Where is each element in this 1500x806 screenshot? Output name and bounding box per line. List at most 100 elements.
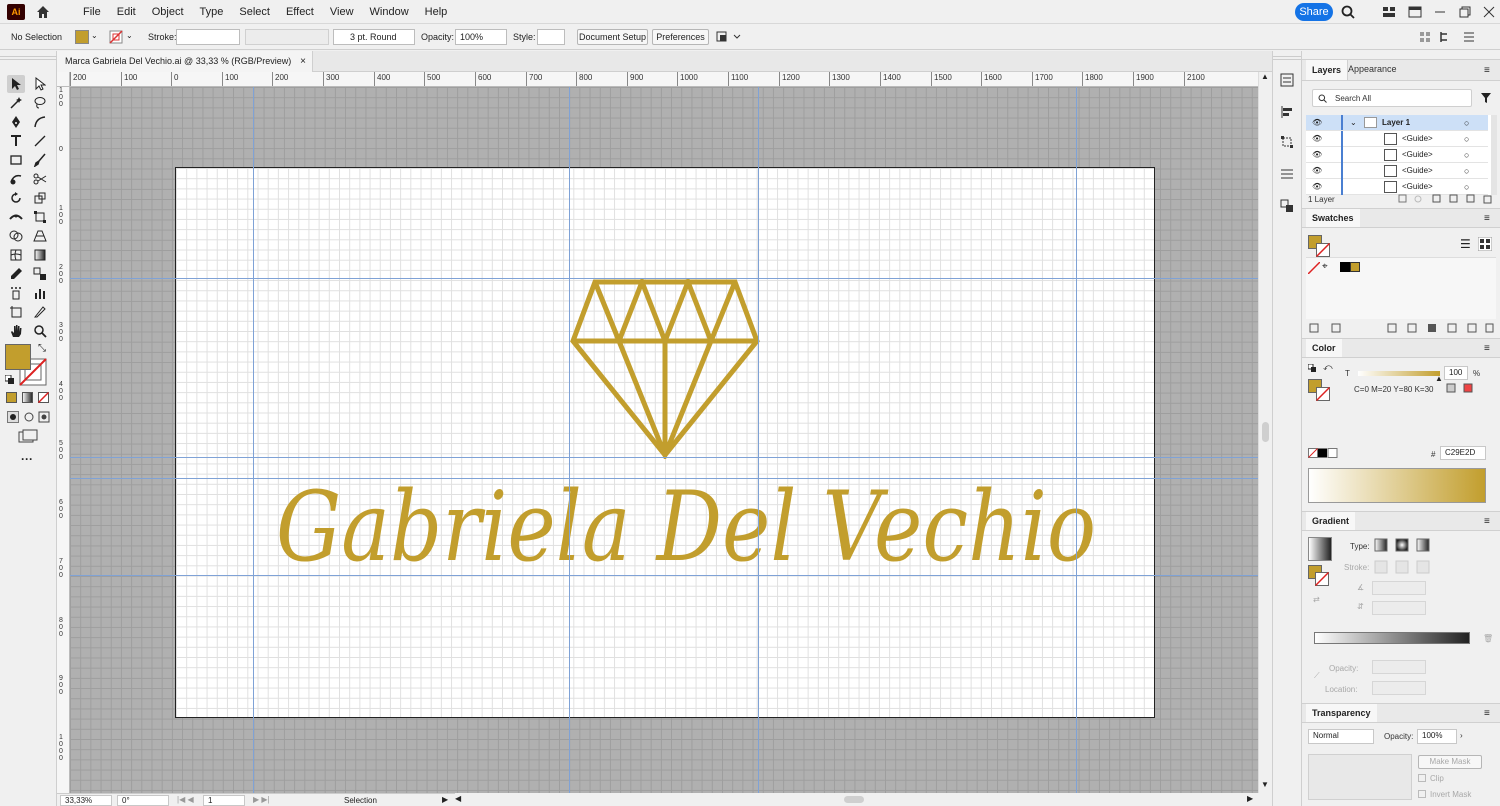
opacity-field[interactable]: 100% — [455, 29, 507, 45]
hex-field[interactable]: C29E2D — [1440, 446, 1486, 460]
delete-stop-icon[interactable]: 🗑︎ — [1483, 634, 1493, 643]
guide-vertical[interactable] — [758, 87, 759, 793]
graphic-style-dropdown[interactable] — [537, 29, 565, 45]
chevron-down-icon[interactable]: ⌄ — [126, 31, 133, 40]
rotate-tool-icon[interactable] — [7, 189, 25, 207]
swatches-footer-icons[interactable] — [1308, 322, 1494, 334]
selection-tool-icon[interactable] — [7, 75, 25, 93]
gradient-aspect-field[interactable] — [1372, 601, 1426, 615]
scroll-left-icon[interactable]: ◀ — [455, 794, 461, 803]
workspace-icon[interactable] — [1408, 5, 1422, 19]
artboard-first-icon[interactable]: |◀ ◀ — [177, 795, 194, 804]
transparency-opacity-field[interactable]: 100% — [1417, 729, 1457, 744]
ruler-origin[interactable] — [57, 72, 70, 87]
magic-wand-tool-icon[interactable] — [7, 94, 25, 112]
brush-definition-dropdown[interactable]: 3 pt. Round — [333, 29, 415, 45]
none-mode-icon[interactable] — [38, 392, 49, 403]
mesh-tool-icon[interactable] — [7, 246, 25, 264]
more-tools-icon[interactable]: ··· — [21, 452, 33, 466]
scissors-tool-icon[interactable] — [31, 170, 49, 188]
invert-mask-checkbox[interactable] — [1418, 790, 1426, 798]
menu-window[interactable]: Window — [362, 0, 417, 24]
draw-behind-icon[interactable] — [23, 411, 35, 423]
fill-swatch[interactable] — [75, 30, 89, 44]
properties-icon[interactable] — [1280, 73, 1294, 87]
menu-edit[interactable]: Edit — [109, 0, 144, 24]
document-setup-button[interactable]: Document Setup — [577, 29, 648, 45]
visibility-eye-icon[interactable]: 👁︎ — [1312, 147, 1322, 163]
restore-icon[interactable] — [1458, 5, 1472, 19]
dock-grip[interactable] — [1273, 56, 1301, 60]
menu-view[interactable]: View — [322, 0, 362, 24]
tint-slider-handle-icon[interactable]: ▲ — [1435, 374, 1443, 383]
default-colors-icon[interactable] — [1308, 364, 1317, 373]
make-mask-button[interactable]: Make Mask — [1418, 755, 1482, 769]
mask-thumbnail[interactable] — [1308, 754, 1412, 800]
registration-swatch-icon[interactable]: ⌖ — [1322, 261, 1328, 272]
guide-name[interactable]: <Guide> — [1402, 131, 1433, 147]
column-graph-tool-icon[interactable] — [31, 284, 49, 302]
layer-row-guide[interactable]: 👁︎ <Guide> ○ — [1306, 147, 1488, 163]
guide-horizontal[interactable] — [70, 478, 1258, 479]
stroke-weight-field[interactable] — [176, 29, 240, 45]
draw-normal-icon[interactable] — [7, 411, 19, 423]
artboard[interactable]: Gabriela Del Vechio — [175, 167, 1155, 718]
swatches-tab[interactable]: Swatches — [1306, 209, 1360, 227]
stroke-swatch-icon[interactable] — [109, 30, 123, 44]
transparency-tab[interactable]: Transparency — [1306, 704, 1377, 722]
layer-row-layer-1[interactable]: 👁︎ ⌄ Layer 1 ○ — [1306, 115, 1488, 131]
brand-script-text[interactable]: Gabriela Del Vechio — [236, 448, 1156, 608]
panel-menu-icon[interactable]: ≡ — [1484, 343, 1490, 354]
tint-slider[interactable] — [1358, 371, 1440, 376]
color-spectrum[interactable] — [1308, 468, 1486, 503]
arrange-documents-icon[interactable] — [1382, 5, 1396, 19]
list-view-icon[interactable]: ☰ — [1460, 237, 1471, 251]
blend-mode-dropdown[interactable]: Normal — [1308, 729, 1374, 744]
tint-value-field[interactable]: 100 — [1444, 366, 1468, 380]
horizontal-ruler[interactable]: 200 100 0 100 200 300 400 500 600 700 800 900 1000 11… — [70, 72, 1258, 87]
flyout-menu-icon[interactable] — [1462, 30, 1476, 44]
gradient-location-field[interactable] — [1372, 681, 1426, 695]
hand-tool-icon[interactable] — [7, 322, 25, 340]
opacity-arrow-icon[interactable]: › — [1460, 731, 1463, 740]
artboard-navigation-dropdown[interactable]: 1 — [203, 795, 245, 806]
shaper-tool-icon[interactable] — [7, 170, 25, 188]
visibility-eye-icon[interactable]: 👁︎ — [1312, 115, 1322, 131]
tools-panel-grip[interactable] — [0, 56, 57, 60]
menu-effect[interactable]: Effect — [278, 0, 322, 24]
appearance-tab[interactable]: Appearance — [1342, 64, 1403, 74]
pen-tool-icon[interactable] — [7, 113, 25, 131]
vertical-scrollbar[interactable]: ▲ ▼ — [1258, 72, 1271, 793]
home-icon[interactable] — [35, 4, 51, 20]
eyedropper-tool-icon[interactable] — [7, 265, 25, 283]
guide-horizontal[interactable] — [70, 457, 1258, 458]
transform-panel-icon[interactable] — [1280, 135, 1294, 149]
default-fill-stroke-icon[interactable] — [5, 375, 15, 385]
slice-tool-icon[interactable] — [31, 303, 49, 321]
gradient-stroke-icon[interactable] — [1315, 572, 1329, 586]
panel-menu-icon[interactable]: ≡ — [1484, 65, 1490, 76]
gradient-angle-field[interactable] — [1372, 581, 1426, 595]
zoom-dropdown[interactable]: 33,33% — [60, 795, 112, 806]
menu-file[interactable]: File — [75, 0, 109, 24]
blend-tool-icon[interactable] — [31, 265, 49, 283]
line-segment-tool-icon[interactable] — [31, 132, 49, 150]
horizontal-scroll-thumb[interactable] — [844, 796, 864, 803]
color-mode-icon[interactable] — [6, 392, 17, 403]
align-panel-icon[interactable] — [1280, 105, 1294, 119]
guide-name[interactable]: <Guide> — [1402, 147, 1433, 163]
guide-horizontal[interactable] — [70, 575, 1258, 576]
gradient-preview-swatch[interactable] — [1308, 537, 1332, 561]
rotate-view-dropdown[interactable]: 0° — [117, 795, 169, 806]
reverse-gradient-icon[interactable]: ⇄ — [1313, 595, 1320, 604]
guide-name[interactable]: <Guide> — [1402, 179, 1433, 195]
lasso-tool-icon[interactable] — [31, 94, 49, 112]
visibility-eye-icon[interactable]: 👁︎ — [1312, 163, 1322, 179]
layer-row-guide[interactable]: 👁︎ <Guide> ○ — [1306, 179, 1488, 195]
grid-view-icon[interactable] — [1478, 237, 1492, 251]
gold-swatch[interactable] — [1350, 262, 1360, 272]
perspective-grid-tool-icon[interactable] — [31, 227, 49, 245]
share-button[interactable]: Share — [1295, 3, 1333, 21]
menu-select[interactable]: Select — [231, 0, 278, 24]
target-circle-icon[interactable]: ○ — [1464, 115, 1469, 131]
